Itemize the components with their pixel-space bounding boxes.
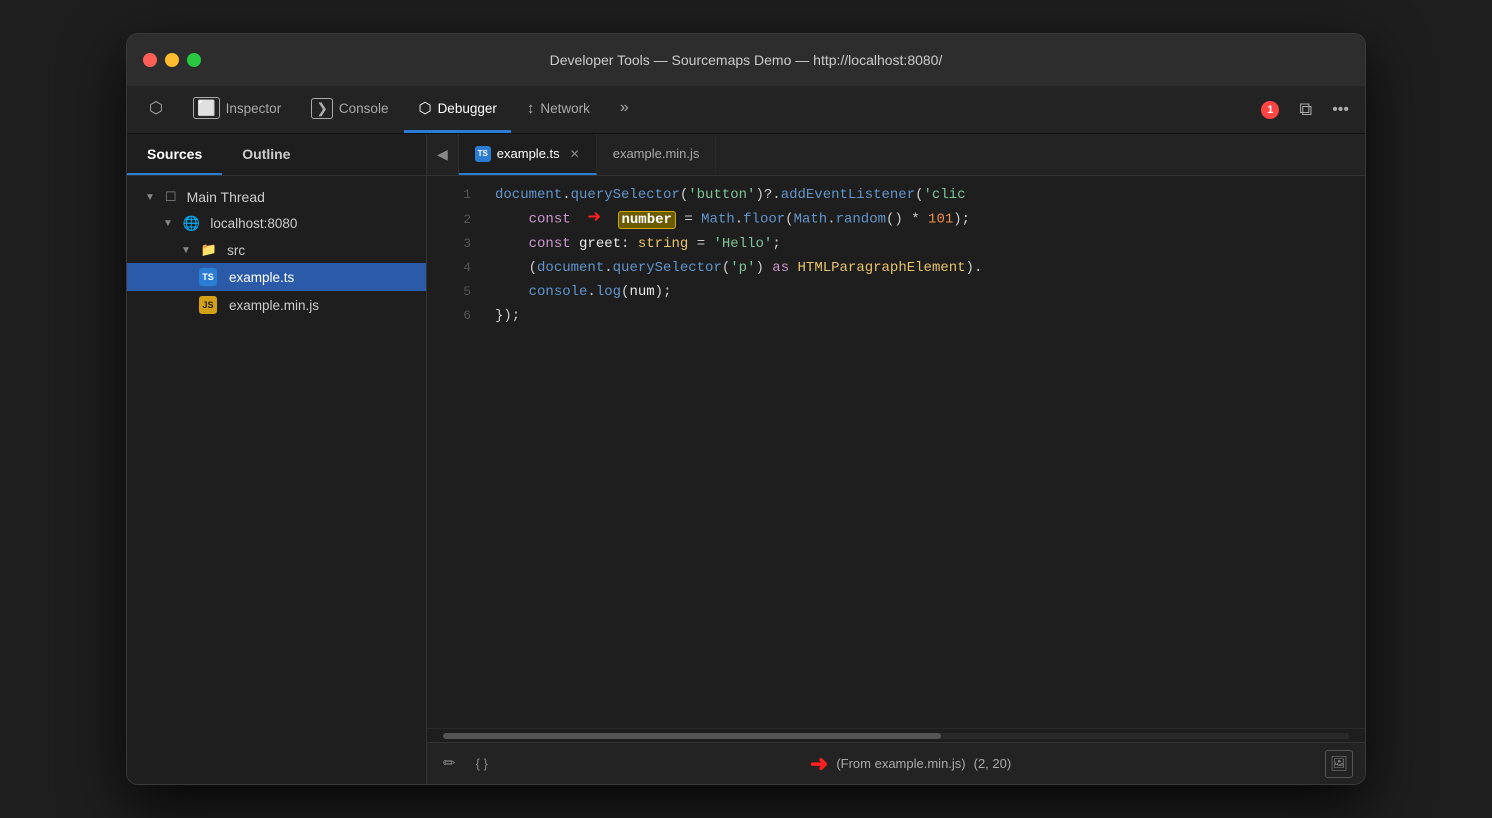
status-right: 🖼 [1325, 750, 1353, 778]
tab-bar-right: 1 ⧉ ••• [1253, 86, 1357, 133]
code-line-6: 6 }); [427, 305, 1365, 329]
sidebar-tab-outline[interactable]: Outline [222, 134, 310, 175]
tree-src[interactable]: ▼ 📁 src [127, 237, 426, 263]
responsive-design-button[interactable]: ⧉ [1291, 95, 1320, 124]
status-bar: ✏ { } ➜ (From example.min.js) (2, 20) 🖼 [427, 742, 1365, 784]
ellipsis-icon: ••• [1332, 101, 1349, 119]
close-button[interactable] [143, 53, 157, 67]
format-icon-button[interactable]: ✏ [439, 750, 460, 777]
image-icon: 🖼 [1330, 755, 1348, 771]
cursor-icon: ⬡ [149, 98, 163, 118]
console-tab-label: Console [339, 101, 389, 116]
maximize-button[interactable] [187, 53, 201, 67]
collapse-icon: ◀ [437, 146, 448, 163]
tab-more[interactable]: » [606, 86, 643, 133]
more-icon: » [620, 99, 629, 117]
collapse-sidebar-button[interactable]: ◀ [427, 134, 459, 175]
network-tab-label: Network [540, 101, 590, 116]
format-button[interactable]: { } [476, 756, 488, 771]
code-editor[interactable]: 1 document.querySelector('button')?.addE… [427, 176, 1365, 728]
tree-file-ts[interactable]: TS example.ts [127, 263, 426, 291]
status-source-text: (From example.min.js) [836, 756, 965, 771]
chevron-down-icon: ▼ [145, 192, 155, 203]
tree-main-thread[interactable]: ▼ ☐ Main Thread [127, 184, 426, 210]
tab-console[interactable]: ❯ Console [297, 86, 402, 133]
sources-tab-label: Sources [147, 146, 202, 162]
scrollbar-track[interactable] [443, 733, 1349, 739]
inspector-tab-label: Inspector [226, 101, 282, 116]
localhost-label: localhost:8080 [210, 216, 297, 231]
window-title: Developer Tools — Sourcemaps Demo — http… [550, 52, 943, 68]
chevron-down-icon-3: ▼ [181, 245, 191, 256]
pencil-icon: ✏ [443, 755, 456, 772]
folder-icon: ☐ [165, 189, 177, 205]
tab-debugger[interactable]: ⬡ Debugger [404, 86, 510, 133]
ts-icon: TS [199, 268, 217, 286]
tab-inspector[interactable]: ⬜ Inspector [179, 86, 295, 133]
sidebar: Sources Outline ▼ ☐ Main Thread ▼ [127, 134, 427, 784]
main-content: Sources Outline ▼ ☐ Main Thread ▼ [127, 134, 1365, 784]
folder-icon-src: 📁 [201, 242, 217, 258]
js-icon: JS [199, 296, 217, 314]
editor-tab-js[interactable]: example.min.js [597, 134, 717, 175]
scrollbar-thumb[interactable] [443, 733, 941, 739]
src-label: src [227, 243, 245, 258]
code-line-5: 5 console.log(num); [427, 281, 1365, 305]
globe-icon: 🌐 [183, 215, 200, 232]
editor-tab-ts[interactable]: TS example.ts ✕ [459, 134, 597, 175]
image-map-button[interactable]: 🖼 [1325, 750, 1353, 778]
sidebar-tab-sources[interactable]: Sources [127, 134, 222, 175]
console-tab-icon: ❯ [311, 98, 333, 119]
editor-tab-js-label: example.min.js [613, 146, 700, 161]
error-badge[interactable]: 1 [1253, 97, 1287, 123]
main-thread-label: Main Thread [187, 189, 265, 205]
editor-tabs: ◀ TS example.ts ✕ example.min.js [427, 134, 1365, 176]
code-line-4: 4 (document.querySelector('p') as HTMLPa… [427, 257, 1365, 281]
close-tab-icon[interactable]: ✕ [570, 147, 580, 161]
horizontal-scrollbar[interactable] [427, 728, 1365, 742]
sidebar-tabs: Sources Outline [127, 134, 426, 176]
code-line-2: 2 const ➜ number = Math.floor(Math.rando… [427, 208, 1365, 233]
status-red-arrow-icon: ➜ [810, 751, 828, 777]
debugger-tab-icon: ⬡ [418, 99, 431, 117]
chevron-down-icon-2: ▼ [163, 218, 173, 229]
main-tab-bar: ⬡ ⬜ Inspector ❯ Console ⬡ Debugger ↕ Net… [127, 86, 1365, 134]
tree-file-js[interactable]: JS example.min.js [127, 291, 426, 319]
tab-cursor[interactable]: ⬡ [135, 86, 177, 133]
status-coords: (2, 20) [974, 756, 1012, 771]
ts-tab-icon: TS [475, 146, 491, 162]
responsive-icon: ⧉ [1299, 99, 1312, 120]
traffic-lights [143, 53, 201, 67]
editor-tab-ts-label: example.ts [497, 146, 560, 161]
title-bar: Developer Tools — Sourcemaps Demo — http… [127, 34, 1365, 86]
code-line-1: 1 document.querySelector('button')?.addE… [427, 184, 1365, 208]
devtools-window: Developer Tools — Sourcemaps Demo — http… [126, 33, 1366, 785]
code-line-3: 3 const greet: string = 'Hello'; [427, 233, 1365, 257]
outline-tab-label: Outline [242, 146, 290, 162]
editor-area: ◀ TS example.ts ✕ example.min.js 1 docum… [427, 134, 1365, 784]
file-ts-label: example.ts [229, 270, 294, 285]
file-js-label: example.min.js [229, 298, 319, 313]
tab-network[interactable]: ↕ Network [513, 86, 604, 133]
network-tab-icon: ↕ [527, 100, 535, 117]
tree-localhost[interactable]: ▼ 🌐 localhost:8080 [127, 210, 426, 237]
inspector-tab-icon: ⬜ [193, 97, 220, 119]
minimize-button[interactable] [165, 53, 179, 67]
settings-button[interactable]: ••• [1324, 97, 1357, 123]
debugger-tab-label: Debugger [438, 101, 497, 116]
sidebar-tree: ▼ ☐ Main Thread ▼ 🌐 localhost:8080 ▼ 📁 s [127, 176, 426, 784]
error-count: 1 [1261, 101, 1279, 119]
